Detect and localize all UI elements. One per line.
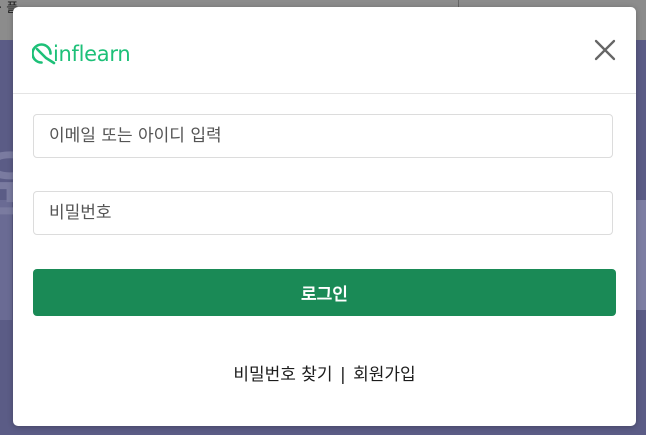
link-separator: |: [339, 365, 346, 385]
login-button[interactable]: 로그인: [33, 269, 616, 316]
brand-wordmark: inflearn: [53, 42, 130, 66]
auth-links: 비밀번호 찾기 | 회원가입: [13, 360, 636, 385]
close-icon[interactable]: [591, 36, 619, 64]
background-panel-right: [636, 200, 646, 310]
leaf-icon: [32, 43, 56, 65]
email-field[interactable]: [33, 114, 613, 158]
password-field[interactable]: [33, 191, 613, 235]
modal-header: inflearn: [13, 7, 636, 94]
find-password-link[interactable]: 비밀번호 찾기: [233, 365, 332, 385]
login-modal: inflearn 로그인 비밀번호 찾기 | 회원가입: [13, 7, 636, 426]
signup-link[interactable]: 회원가입: [353, 365, 416, 385]
inflearn-logo: inflearn: [32, 42, 131, 66]
